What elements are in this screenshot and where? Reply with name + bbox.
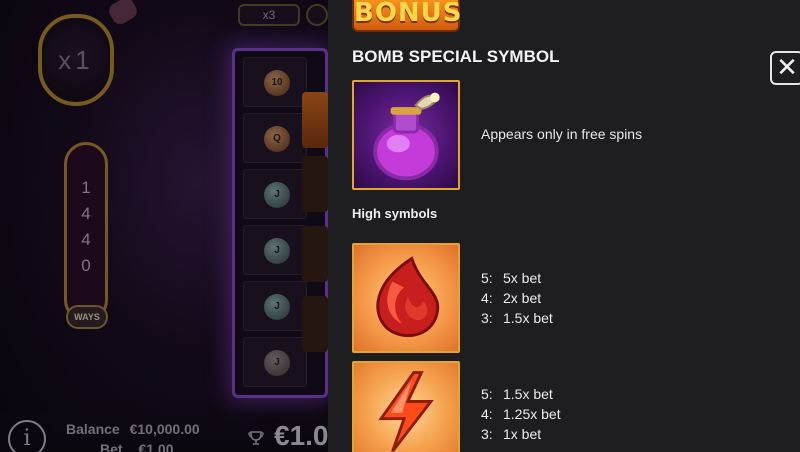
fire-symbol-tile [352, 243, 460, 353]
reel-cell: J [243, 225, 307, 275]
symbol-coin: 10 [264, 70, 290, 96]
bet-display: Bet €1.00 [100, 441, 174, 452]
balance-value: €10,000.00 [129, 421, 200, 437]
payout-count: 3: [481, 426, 493, 442]
reel-cell: J [243, 169, 307, 219]
win-amount: €1.0 [274, 420, 328, 451]
payout-count: 5: [481, 386, 493, 402]
reel-cell: J [243, 337, 307, 387]
reel-cell: Q [243, 113, 307, 163]
ways-badge: WAYS [66, 305, 108, 329]
payout-value: 1x bet [503, 426, 542, 442]
payout-value: 1.5x bet [503, 310, 553, 326]
bonus-symbol-banner: BONUS [352, 0, 462, 32]
reel-side-symbol [302, 156, 328, 212]
payout-value: 2x bet [503, 290, 542, 306]
ways-digit: 4 [81, 230, 91, 249]
fire-payout-list: 5: 5x bet 4: 2x bet 3: 1.5x bet [481, 268, 553, 328]
high-symbols-heading: High symbols [352, 206, 438, 221]
symbol-coin: J [264, 294, 290, 320]
reel-cell: 10 [243, 57, 307, 107]
ways-digit: 0 [81, 256, 91, 275]
multiplier-medallion: x1 [38, 14, 114, 106]
ways-digit: 4 [81, 204, 91, 223]
fire-drop-icon [376, 256, 440, 337]
payout-count: 3: [481, 310, 493, 326]
section-title: BOMB SPECIAL SYMBOL [352, 47, 560, 66]
symbol-coin: J [264, 238, 290, 264]
close-button[interactable]: ✕ [770, 51, 800, 85]
symbol-coin: J [264, 350, 290, 376]
lightning-payout-list: 5: 1.5x bet 4: 1.25x bet 3: 1x bet [481, 384, 561, 444]
info-button[interactable]: i [8, 420, 46, 452]
potion-bomb-icon [373, 92, 440, 181]
potion-cork-decoration [106, 0, 140, 28]
payout-row: 4: 2x bet [481, 288, 553, 308]
reel-side-symbol [302, 92, 328, 148]
ways-meter: 1 4 4 0 [64, 142, 108, 322]
bet-label: Bet [100, 441, 123, 452]
ways-digit: 1 [81, 178, 91, 197]
payout-row: 4: 1.25x bet [481, 404, 561, 424]
symbol-coin: Q [264, 126, 290, 152]
reel-side-symbol [302, 226, 328, 282]
payout-row: 3: 1x bet [481, 424, 561, 444]
payout-value: 1.5x bet [503, 386, 553, 402]
payout-count: 4: [481, 406, 493, 422]
bet-value: €1.00 [138, 441, 174, 452]
multiplier-text: x1 [58, 44, 94, 75]
payout-count: 5: [481, 270, 493, 286]
reel-cell: J [243, 281, 307, 331]
payout-count: 4: [481, 290, 493, 306]
trophy-icon [248, 431, 264, 445]
symbol-coin: J [264, 182, 290, 208]
lightning-bolt-icon [378, 371, 434, 452]
payout-value: 1.25x bet [503, 406, 561, 422]
lightning-symbol-tile [352, 361, 460, 452]
balance-display: Balance €10,000.00 [66, 421, 200, 437]
payout-row: 5: 1.5x bet [481, 384, 561, 404]
game-background: x1 x3 1 4 4 0 WAYS 10 Q J J J J i Balanc… [0, 0, 328, 452]
reel-side-symbol [302, 296, 328, 352]
payout-row: 5: 5x bet [481, 268, 553, 288]
payout-value: 5x bet [503, 270, 542, 286]
top-multiplier-pill: x3 [238, 4, 300, 26]
bomb-description: Appears only in free spins [481, 126, 643, 142]
balance-label: Balance [66, 421, 120, 437]
top-round-indicator [306, 4, 328, 26]
payout-row: 3: 1.5x bet [481, 308, 553, 328]
bomb-symbol-tile [352, 80, 460, 190]
paytable-panel: BONUS BOMB SPECIAL SYMBOL ✕ Appears only… [328, 0, 800, 452]
